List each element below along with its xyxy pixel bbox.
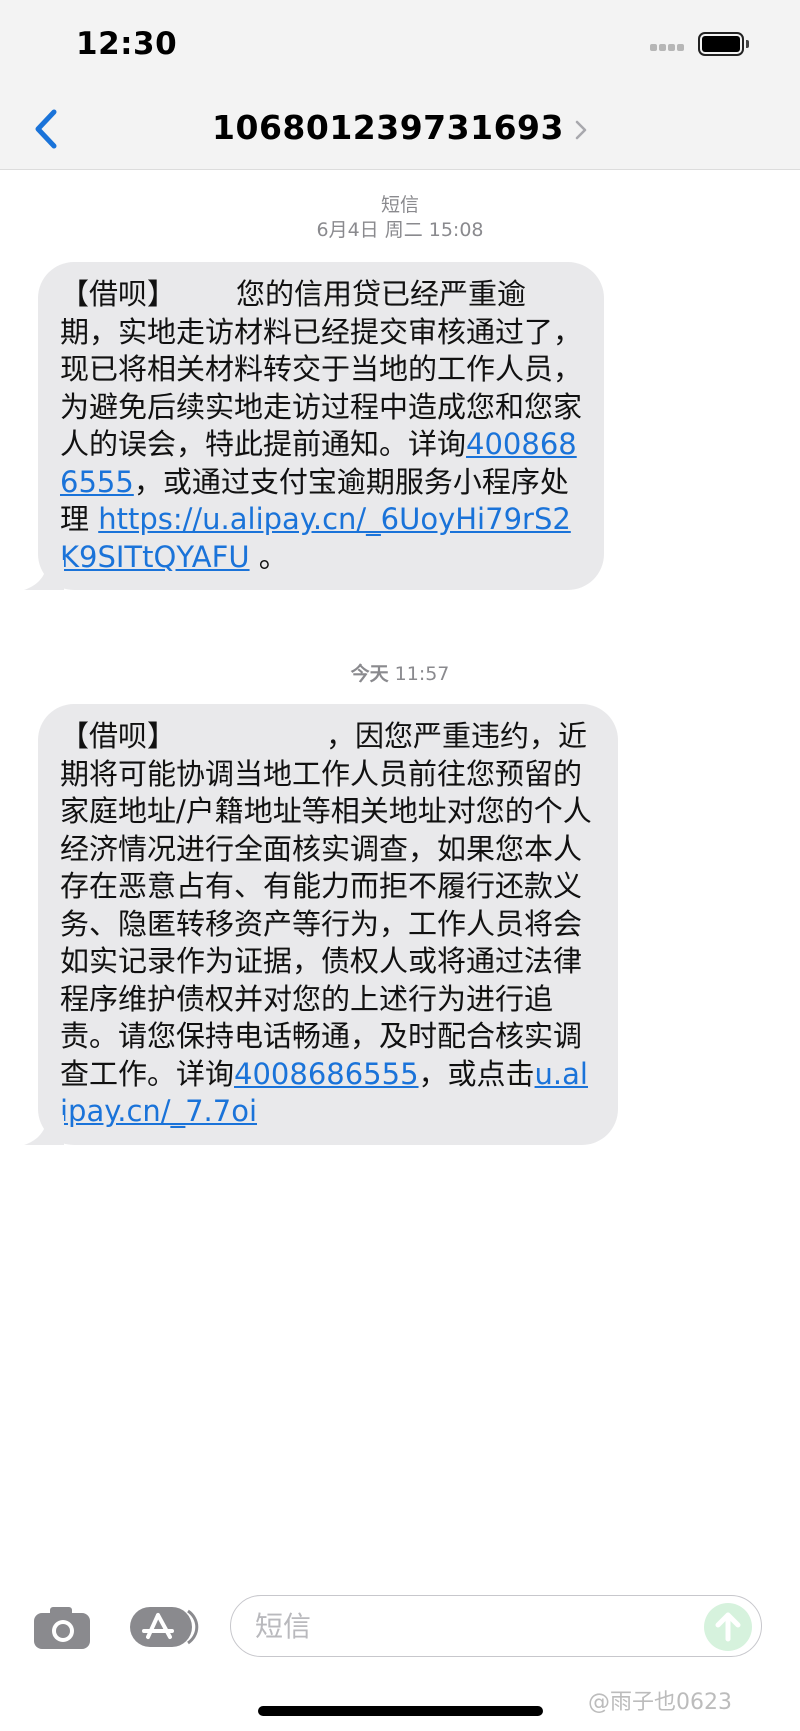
timestamp-time: 11:57 — [394, 663, 450, 685]
arrow-up-icon — [715, 1612, 741, 1642]
status-time: 12:30 — [76, 26, 178, 62]
home-indicator — [258, 1706, 543, 1716]
message-text: ，或点击 — [418, 1056, 535, 1091]
watermark: @雨子也0623 — [588, 1690, 732, 1715]
battery-icon — [698, 32, 744, 56]
bubble-tail — [24, 1114, 64, 1145]
send-button[interactable] — [704, 1603, 752, 1651]
phone-link[interactable]: 4008686555 — [234, 1057, 419, 1091]
status-bar: 12:30 — [0, 0, 800, 90]
signal-icon — [650, 40, 690, 56]
bubble-tail — [24, 560, 64, 590]
message-timestamp: 6月4日 周二 15:08 — [316, 219, 484, 241]
contact-number: 106801239731693 — [212, 108, 564, 147]
message-bubble[interactable]: 【借呗】 ，因您严重违约，近期将可能协调当地工作人员前往您预留的家庭地址/户籍地址… — [24, 704, 618, 1145]
battery-cap — [746, 40, 749, 48]
app-store-icon[interactable] — [128, 1603, 200, 1651]
message-text: 。 — [249, 539, 288, 574]
url-link[interactable]: https://u.alipay.cn/_6UoyHi79rS2K9SITtQY… — [60, 502, 571, 574]
message-timestamp: 今天 11:57 — [0, 662, 800, 687]
message-text: ，因您严重违约，近期将可能协调当地工作人员前往您预留的家庭地址/户籍地址等相关地… — [60, 719, 592, 1091]
message-bubble[interactable]: 【借呗】 您的信用贷已经严重逾期，实地走访材料已经提交审核通过了，现已将相关材料转… — [24, 262, 604, 590]
contact-name[interactable]: 106801239731693 — [0, 108, 800, 147]
conversation-header: 106801239731693 — [0, 90, 800, 170]
message-sender-tag: 【借呗】 — [60, 719, 177, 753]
message-type-label: 短信 6月4日 周二 15:08 — [0, 193, 800, 243]
message-input[interactable] — [230, 1595, 762, 1657]
message-sender-tag: 【借呗】 — [60, 277, 177, 311]
camera-icon[interactable] — [32, 1605, 92, 1651]
timestamp-day: 今天 — [350, 663, 389, 685]
message-type: 短信 — [380, 194, 419, 216]
chevron-right-icon — [575, 120, 587, 139]
